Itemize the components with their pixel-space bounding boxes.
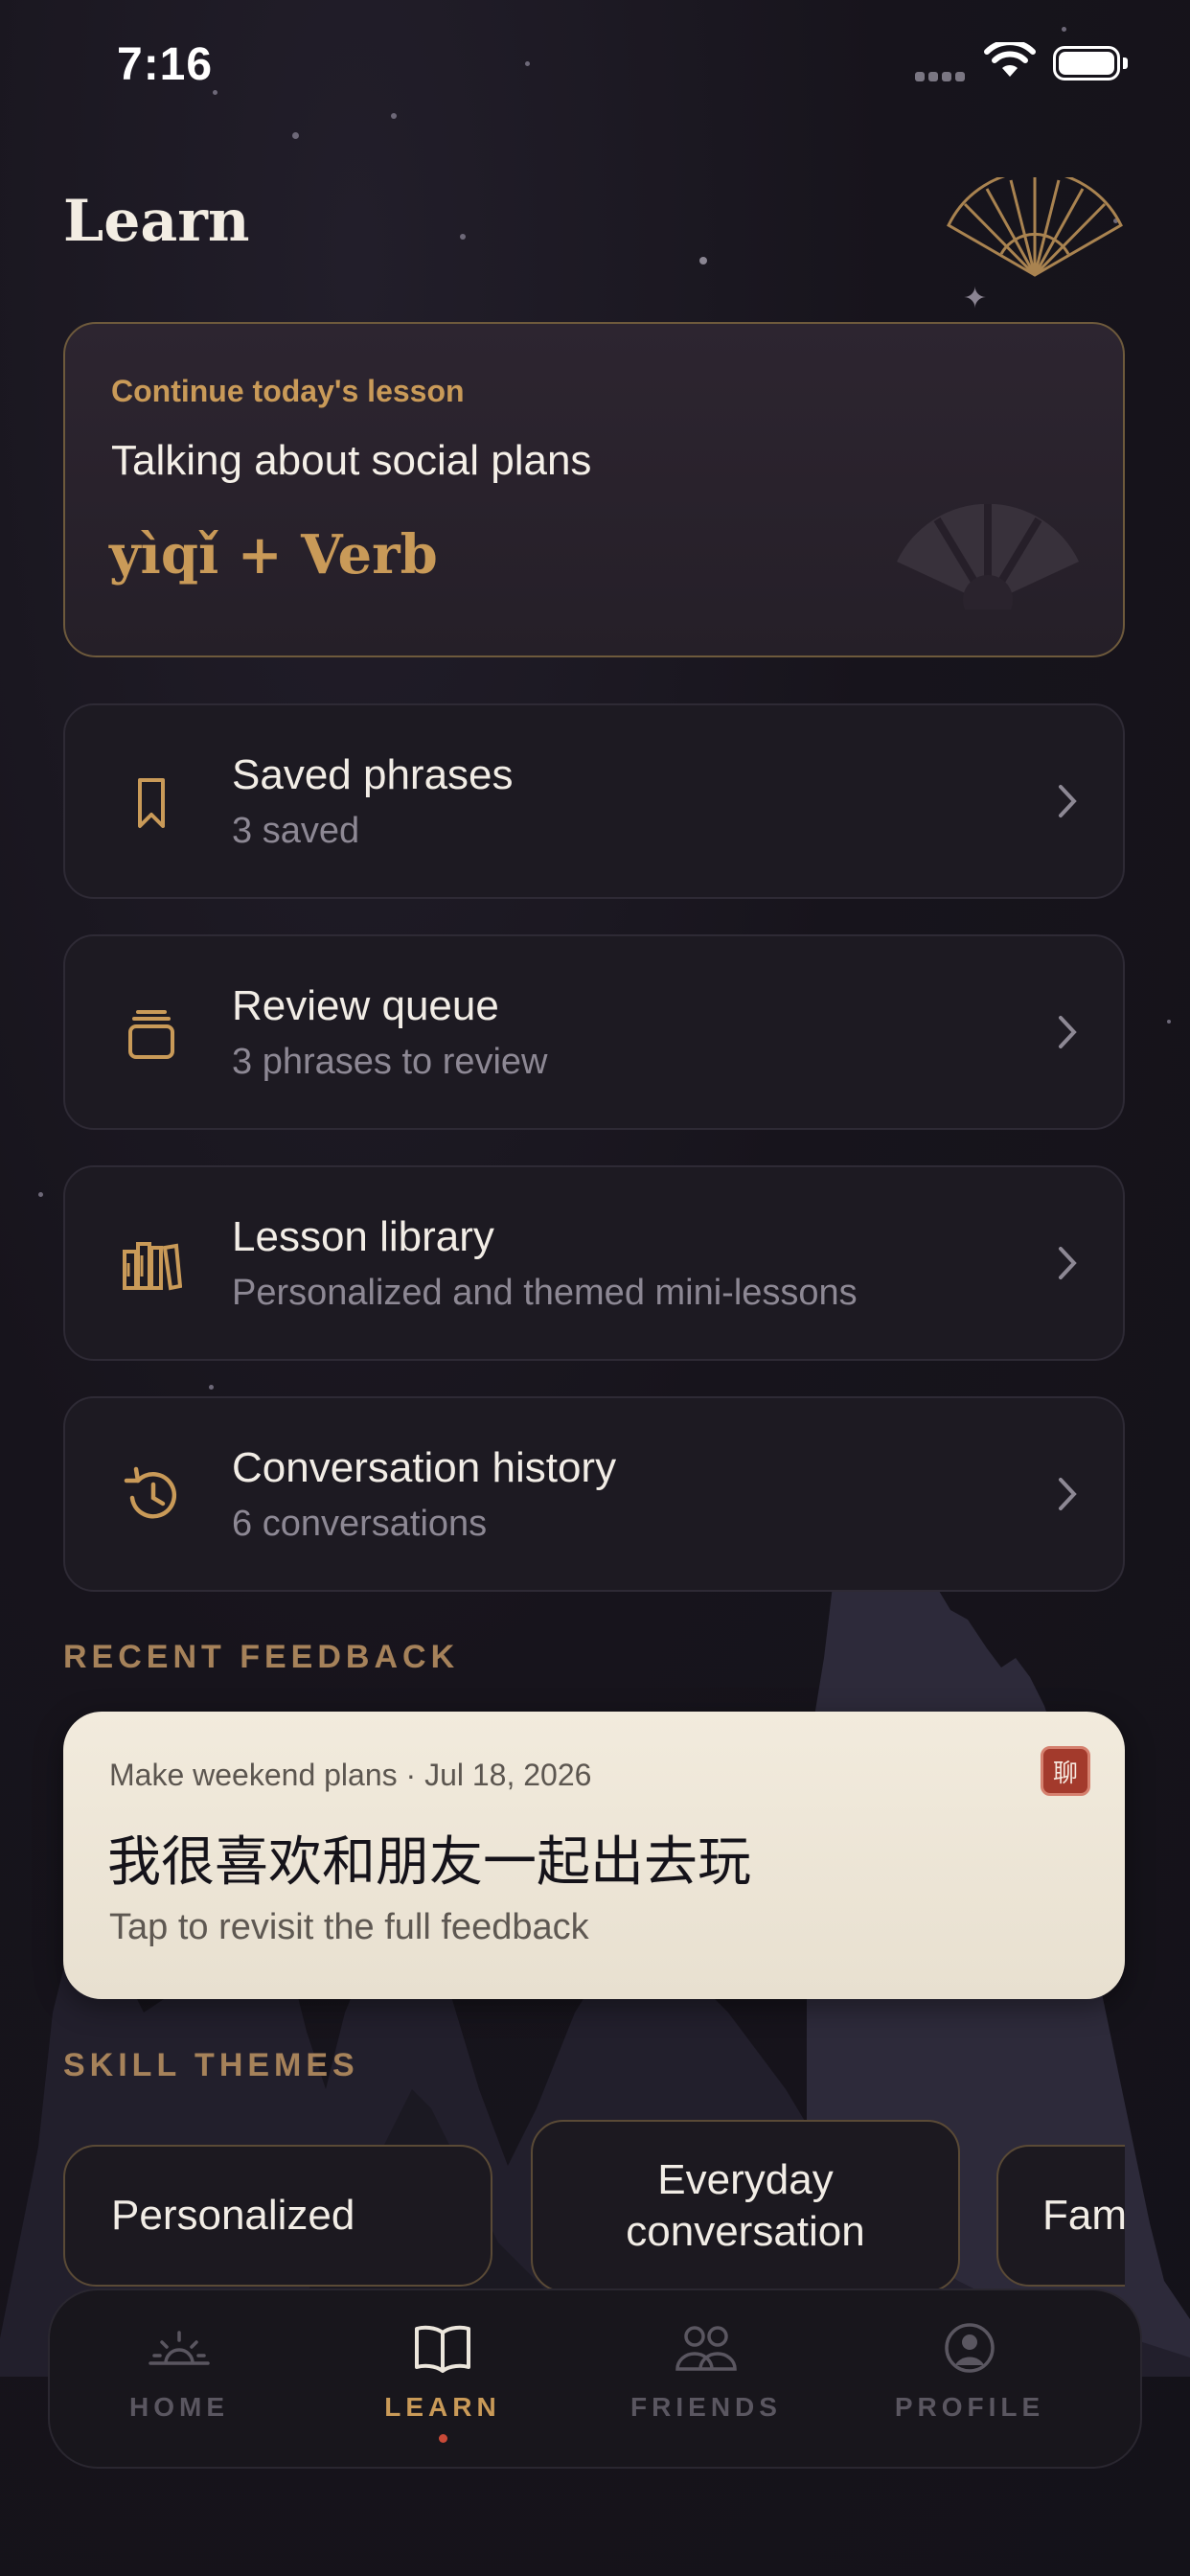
tab-profile[interactable]: PROFILE [840,2290,1099,2471]
profile-icon [945,2323,995,2373]
conversation-history-card[interactable]: Conversation history 6 conversations [63,1396,1125,1592]
tab-label: HOME [129,2392,229,2422]
menu-title: Review queue [232,982,499,1029]
skill-chip-personalized[interactable]: Personalized [63,2145,492,2287]
menu-subtitle: Personalized and themed mini-lessons [232,1273,858,1313]
people-icon [675,2326,737,2371]
tab-label: PROFILE [894,2392,1045,2422]
chevron-right-icon [1059,1478,1077,1510]
active-tab-indicator [439,2434,447,2443]
books-icon [123,1242,182,1291]
skill-themes-label: SKILL THEMES [63,2047,359,2083]
cellular-signal-icon [915,69,973,82]
chat-seal-icon: 聊 [1041,1746,1090,1796]
continue-lesson-card[interactable]: Continue today's lesson Talking about so… [63,322,1125,657]
recent-feedback-card[interactable]: Make weekend plans · Jul 18, 2026 我很喜欢和朋… [63,1712,1125,1999]
fan-icon [947,177,1123,277]
bookmark-icon [138,778,165,828]
saved-phrases-card[interactable]: Saved phrases 3 saved [63,703,1125,899]
page-title: Learn [63,188,250,255]
review-queue-card[interactable]: Review queue 3 phrases to review [63,934,1125,1130]
feedback-sentence: 我很喜欢和朋友一起出去玩 [107,1831,751,1894]
bottom-tab-bar: HOME LEARN FRIENDS PROFILE [48,2288,1142,2469]
wifi-icon [984,42,1036,77]
menu-subtitle: 3 phrases to review [232,1042,548,1082]
menu-title: Conversation history [232,1444,617,1491]
chevron-right-icon [1059,1247,1077,1279]
menu-title: Saved phrases [232,751,514,798]
battery-tip [1123,58,1128,69]
star-decoration [38,1192,43,1197]
feedback-meta: Make weekend plans · Jul 18, 2026 [109,1758,592,1792]
feedback-hint: Tap to revisit the full feedback [109,1907,589,1947]
menu-subtitle: 3 saved [232,811,360,851]
history-icon [124,1466,177,1519]
skill-themes-carousel[interactable]: Personalized Everyday conversation Fam [63,2118,1125,2290]
star-decoration [699,257,707,264]
sparkle-icon: ✦ [963,283,988,314]
menu-title: Lesson library [232,1213,494,1260]
star-decoration [209,1385,214,1390]
lesson-grammar-point: yìqǐ + Verb [109,523,438,586]
star-decoration [1167,1020,1171,1024]
tab-label: LEARN [384,2392,501,2422]
status-time: 7:16 [117,39,214,90]
fan-decoration-icon [897,504,1079,610]
lesson-title: Talking about social plans [111,437,592,484]
lesson-library-card[interactable]: Lesson library Personalized and themed m… [63,1165,1125,1361]
chevron-right-icon [1059,1016,1077,1048]
skill-chip-family[interactable]: Fam [996,2145,1125,2287]
tab-label: FRIENDS [630,2392,782,2422]
skill-chip-everyday-conversation[interactable]: Everyday conversation [531,2120,960,2290]
sunrise-icon [149,2331,210,2365]
card-stack-icon [128,1010,174,1059]
tab-learn[interactable]: LEARN [313,2290,572,2471]
status-bar: 7:16 [0,0,1190,134]
star-decoration [460,234,466,240]
recent-feedback-label: RECENT FEEDBACK [63,1639,460,1675]
battery-icon [1053,46,1120,80]
menu-subtitle: 6 conversations [232,1504,488,1544]
lesson-eyebrow: Continue today's lesson [111,374,465,408]
chevron-right-icon [1059,785,1077,817]
tab-home[interactable]: HOME [50,2290,309,2471]
open-book-icon [415,2325,470,2373]
tab-friends[interactable]: FRIENDS [577,2290,835,2471]
